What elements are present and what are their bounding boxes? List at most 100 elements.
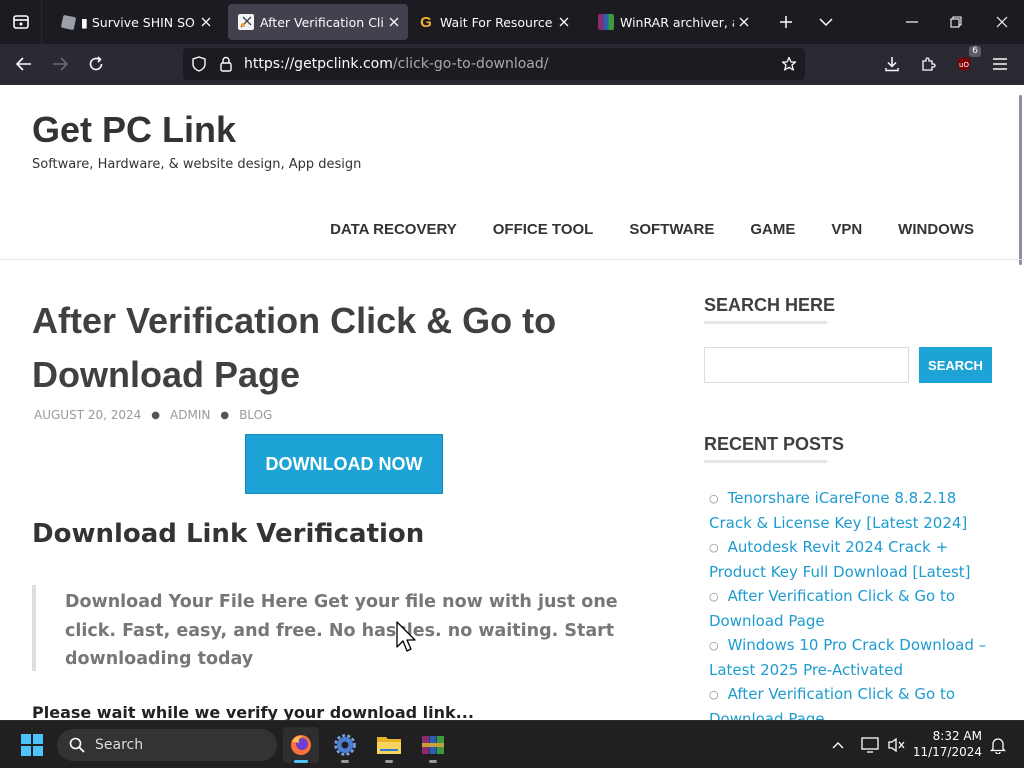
- bullet-icon: ○: [709, 541, 719, 554]
- minimize-button[interactable]: [890, 0, 934, 44]
- taskbar-firefox[interactable]: [283, 727, 319, 763]
- reload-icon: [89, 56, 103, 71]
- url-host: https://getpclink.com: [244, 56, 393, 72]
- tab-winrar[interactable]: WinRAR archiver, a pow: [588, 4, 758, 40]
- tab-after-verification[interactable]: After Verification Click: [228, 4, 408, 40]
- close-window-button[interactable]: [980, 0, 1024, 44]
- header-divider: [0, 259, 1024, 260]
- recent-post-link[interactable]: After Verification Click & Go to Downloa…: [709, 587, 955, 630]
- restore-icon: [950, 16, 962, 28]
- tab-title: ▮ Survive SHIN SONIC: [81, 14, 196, 30]
- tab-wait-for-resource[interactable]: G Wait For Resource - iGe: [408, 4, 578, 40]
- gear-icon: [334, 734, 356, 756]
- tracking-protection-icon[interactable]: [187, 52, 211, 76]
- extensions-button[interactable]: [911, 48, 945, 80]
- site-tagline: Software, Hardware, & website design, Ap…: [32, 157, 362, 172]
- running-indicator: [385, 760, 393, 763]
- windows-logo-icon: [21, 734, 43, 756]
- menu-item-vpn[interactable]: VPN: [831, 221, 862, 238]
- tab-title: Wait For Resource - iGe: [440, 14, 554, 30]
- bullet-icon: ○: [709, 590, 719, 603]
- taskbar-file-explorer[interactable]: [371, 727, 407, 763]
- getpclink-favicon: [238, 14, 254, 30]
- folder-icon: [377, 737, 401, 754]
- address-bar[interactable]: https://getpclink.com/click-go-to-downlo…: [183, 48, 805, 80]
- svg-text:uO: uO: [959, 61, 969, 69]
- puzzle-icon: [922, 57, 936, 71]
- close-tab-icon[interactable]: [554, 12, 574, 32]
- windows-taskbar: Search 8:32 AM 11/17/2024: [0, 720, 1024, 768]
- reload-button[interactable]: [79, 48, 113, 80]
- taskbar-search-box[interactable]: Search: [57, 729, 277, 761]
- downloads-button[interactable]: [875, 48, 909, 80]
- taskbar-settings[interactable]: [327, 727, 363, 763]
- network-status-button[interactable]: [858, 733, 882, 757]
- meta-separator: ●: [220, 409, 230, 421]
- site-title[interactable]: Get PC Link: [32, 109, 236, 151]
- recent-post-link[interactable]: Tenorshare iCareFone 8.8.2.18 Crack & Li…: [709, 489, 967, 532]
- minimize-icon: [906, 21, 918, 23]
- menu-item-game[interactable]: GAME: [750, 221, 795, 238]
- web-page-content: Get PC Link Software, Hardware, & websit…: [0, 85, 1024, 720]
- list-all-tabs-button[interactable]: [806, 0, 846, 44]
- bullet-icon: ○: [709, 492, 719, 505]
- forward-button[interactable]: [43, 48, 77, 80]
- menu-item-office-tool[interactable]: OFFICE TOOL: [493, 221, 594, 238]
- extension-badge-count: 6: [969, 46, 981, 57]
- clock-date: 11/17/2024: [912, 745, 982, 759]
- firefox-view-icon: [12, 15, 29, 29]
- download-now-button[interactable]: DOWNLOAD NOW: [245, 434, 443, 494]
- post-author[interactable]: ADMIN: [170, 408, 210, 422]
- close-icon: [996, 16, 1008, 28]
- g-favicon: G: [420, 13, 432, 31]
- lock-icon[interactable]: [214, 52, 238, 76]
- recent-posts-heading: RECENT POSTS: [704, 434, 845, 463]
- app-menu-button[interactable]: [983, 48, 1017, 80]
- post-date[interactable]: AUGUST 20, 2024: [34, 408, 141, 422]
- taskbar-winrar[interactable]: [415, 727, 451, 763]
- firefox-view-button[interactable]: [0, 0, 42, 44]
- notifications-button[interactable]: [986, 733, 1010, 757]
- system-clock[interactable]: 8:32 AM 11/17/2024: [913, 728, 982, 760]
- new-tab-button[interactable]: [766, 0, 806, 44]
- page-scrollbar[interactable]: [1019, 95, 1022, 265]
- recent-post-link[interactable]: Autodesk Revit 2024 Crack + Product Key …: [709, 538, 971, 581]
- tab-survive-shin-sonic[interactable]: ▮ Survive SHIN SONIC: [52, 4, 220, 40]
- recent-post-item[interactable]: ○ Windows 10 Pro Crack Download – Latest …: [709, 633, 989, 682]
- ublock-extension-button[interactable]: uO 6: [947, 46, 981, 80]
- hamburger-menu-icon: [993, 58, 1007, 70]
- sidebar-search-button[interactable]: SEARCH: [919, 347, 992, 383]
- close-tab-icon[interactable]: [734, 12, 754, 32]
- sidebar-search-input[interactable]: [704, 347, 909, 383]
- menu-item-windows[interactable]: WINDOWS: [898, 221, 974, 238]
- recent-post-item[interactable]: ○ After Verification Click & Go to Downlo…: [709, 682, 989, 720]
- recent-post-link[interactable]: Windows 10 Pro Crack Download – Latest 2…: [709, 636, 986, 679]
- back-button[interactable]: [7, 48, 41, 80]
- volume-muted-icon: [888, 737, 905, 753]
- winrar-icon: [422, 736, 444, 754]
- close-tab-icon[interactable]: [196, 12, 216, 32]
- volume-button[interactable]: [884, 733, 908, 757]
- restore-button[interactable]: [934, 0, 978, 44]
- show-hidden-icons-button[interactable]: [826, 733, 850, 757]
- menu-item-software[interactable]: SOFTWARE: [629, 221, 714, 238]
- arrow-right-icon: [53, 57, 68, 71]
- post-category[interactable]: BLOG: [239, 408, 272, 422]
- close-tab-icon[interactable]: [384, 12, 404, 32]
- verification-wait-text: Please wait while we verify your downloa…: [32, 703, 474, 720]
- post-title: After Verification Click & Go to Downloa…: [32, 300, 557, 395]
- recent-post-item[interactable]: ○ After Verification Click & Go to Downlo…: [709, 584, 989, 633]
- download-icon: [885, 57, 899, 72]
- mouse-cursor-icon: [396, 621, 416, 652]
- start-button[interactable]: [14, 727, 50, 763]
- recent-post-link[interactable]: After Verification Click & Go to Downloa…: [709, 685, 955, 720]
- recent-post-item[interactable]: ○ Autodesk Revit 2024 Crack + Product Key…: [709, 535, 989, 584]
- ublock-shield-icon: uO: [958, 57, 970, 71]
- url-text[interactable]: https://getpclink.com/click-go-to-downlo…: [244, 48, 548, 80]
- main-menu: DATA RECOVERY OFFICE TOOL SOFTWARE GAME …: [330, 221, 974, 238]
- chevron-up-icon: [832, 742, 844, 749]
- bookmark-star-icon[interactable]: [777, 52, 801, 76]
- browser-tab-strip: ▮ Survive SHIN SONIC After Verification …: [0, 0, 1024, 44]
- menu-item-data-recovery[interactable]: DATA RECOVERY: [330, 221, 457, 238]
- recent-post-item[interactable]: ○ Tenorshare iCareFone 8.8.2.18 Crack & L…: [709, 486, 989, 535]
